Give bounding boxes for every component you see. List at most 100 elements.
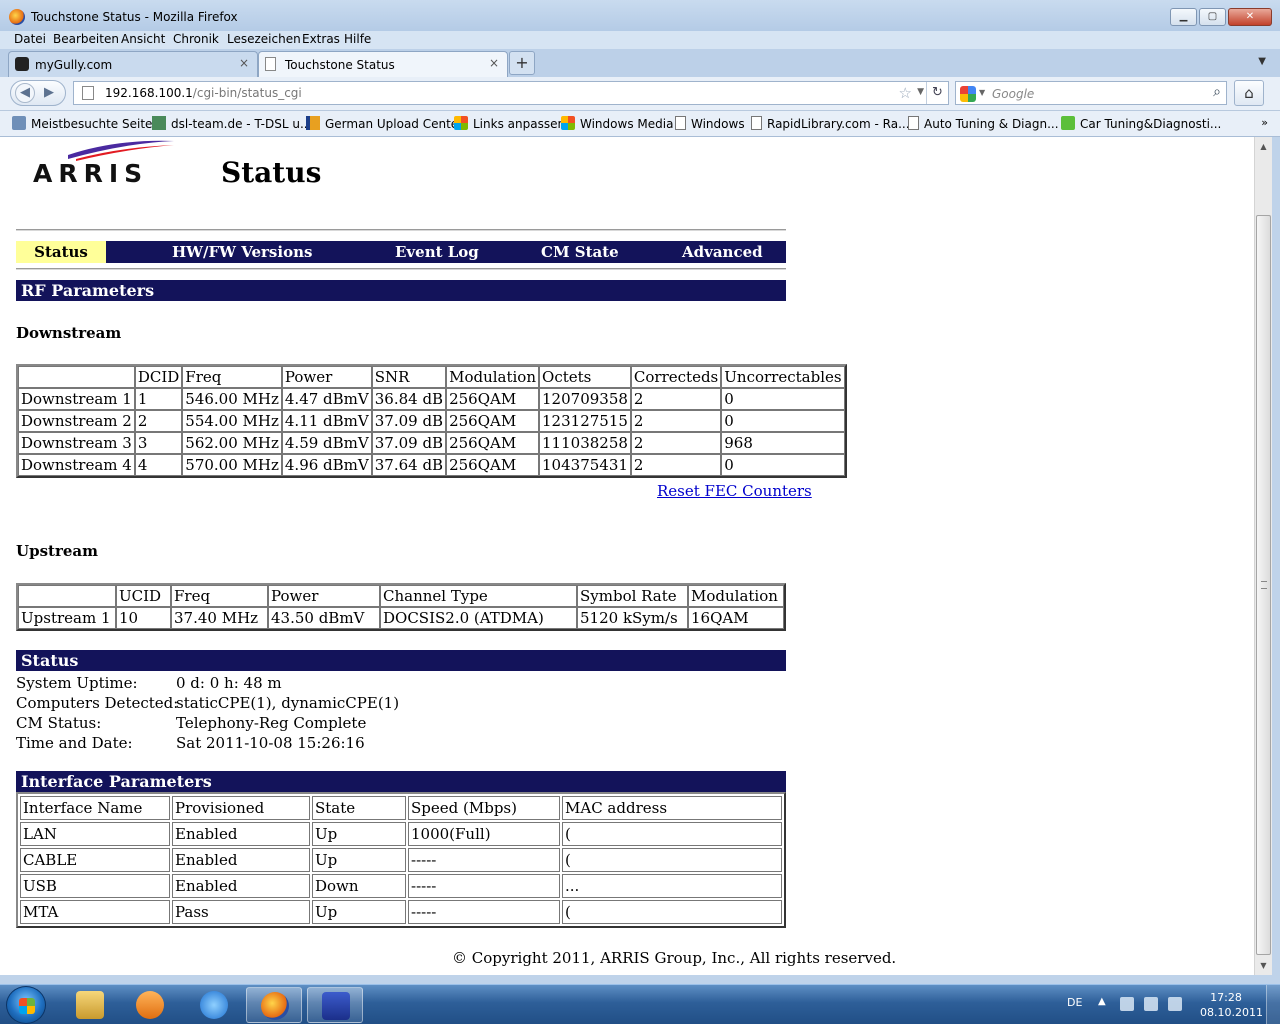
back-arrow-icon[interactable]: ◀ xyxy=(15,83,35,103)
table-cell: Down xyxy=(312,874,406,898)
nav-hw-fw-versions[interactable]: HW/FW Versions xyxy=(172,243,312,261)
table-cell: ( xyxy=(562,900,782,924)
header-cell: Provisioned xyxy=(172,796,310,820)
tab-close-icon[interactable]: × xyxy=(489,56,499,70)
downstream-row: Downstream 3 3 562.00 MHz 4.59 dBmV 37.09 dB… xyxy=(18,432,845,454)
internet-explorer-icon xyxy=(200,991,228,1019)
title-bar: Touchstone Status - Mozilla Firefox ▁ ▢ … xyxy=(0,0,1280,31)
bookmark-car-tuning[interactable]: Car Tuning&Diagnosti... xyxy=(1061,116,1221,131)
scroll-thumb[interactable] xyxy=(1256,215,1271,955)
upstream-heading: Upstream xyxy=(16,542,98,560)
search-engine-dropdown-icon[interactable]: ▼ xyxy=(979,88,985,97)
bookmark-meistbesuchte[interactable]: Meistbesuchte Seiten xyxy=(12,116,160,131)
minimize-button[interactable]: ▁ xyxy=(1170,8,1197,26)
table-cell: 2 xyxy=(134,410,183,432)
scroll-up-arrow-icon[interactable]: ▲ xyxy=(1256,139,1271,154)
table-cell: ... xyxy=(562,874,782,898)
bookmarks-more-chevron-icon[interactable]: » xyxy=(1261,116,1268,129)
tray-expand-icon[interactable]: ▲ xyxy=(1098,996,1106,1007)
bookmark-german-upload[interactable]: German Upload Center xyxy=(306,116,463,131)
nav-cm-state[interactable]: CM State xyxy=(541,243,619,261)
show-desktop-button[interactable] xyxy=(1266,985,1280,1024)
menu-bar: Datei Bearbeiten Ansicht Chronik Lesezei… xyxy=(0,31,1280,49)
reset-fec-counters-link[interactable]: Reset FEC Counters xyxy=(657,482,812,500)
tab-close-icon[interactable]: × xyxy=(239,56,249,70)
tab-mygully[interactable]: myGully.com × xyxy=(8,51,258,77)
header-cell: UCID xyxy=(116,585,171,607)
downstream-table: DCID Freq Power SNR Modulation Octets Co… xyxy=(16,364,847,478)
tab-label: myGully.com xyxy=(35,58,113,72)
menu-ansicht[interactable]: Ansicht xyxy=(121,32,165,46)
taskbar-media-player[interactable] xyxy=(122,987,178,1023)
header-cell: DCID xyxy=(134,366,183,388)
downstream-row: Downstream 1 1 546.00 MHz 4.47 dBmV 36.84 dB… xyxy=(18,388,845,410)
menu-datei[interactable]: Datei xyxy=(14,32,46,46)
grip-icon xyxy=(1261,581,1267,589)
clock[interactable]: 17:28 08.10.2011 xyxy=(1200,990,1263,1020)
close-button[interactable]: ✕ xyxy=(1228,8,1272,26)
taskbar-save-app[interactable] xyxy=(307,987,363,1023)
google-icon[interactable] xyxy=(960,86,976,102)
table-cell: 123127515 xyxy=(539,410,631,432)
header-cell: Power xyxy=(281,366,372,388)
menu-hilfe[interactable]: Hilfe xyxy=(344,32,371,46)
header-cell: Correcteds xyxy=(630,366,722,388)
menu-extras[interactable]: Extras xyxy=(302,32,340,46)
table-cell: ----- xyxy=(408,900,560,924)
url-path: /cgi-bin/status_cgi xyxy=(192,86,302,100)
bookmark-rapidlibrary[interactable]: RapidLibrary.com - Ra... xyxy=(751,116,910,131)
search-icon[interactable]: ⌕ xyxy=(1213,84,1221,100)
scroll-down-arrow-icon[interactable]: ▼ xyxy=(1256,958,1271,973)
menu-lesezeichen[interactable]: Lesezeichen xyxy=(227,32,301,46)
menu-bearbeiten[interactable]: Bearbeiten xyxy=(53,32,119,46)
table-cell: Downstream 2 xyxy=(18,410,135,432)
vertical-scrollbar[interactable]: ▲ ▼ xyxy=(1254,137,1272,975)
bookmark-star-icon[interactable]: ☆ xyxy=(899,84,912,102)
action-center-icon[interactable] xyxy=(1120,997,1134,1011)
new-tab-button[interactable]: + xyxy=(509,51,535,75)
menu-chronik[interactable]: Chronik xyxy=(173,32,219,46)
bookmark-windows[interactable]: Windows xyxy=(675,116,745,131)
volume-icon[interactable] xyxy=(1168,997,1182,1011)
history-dropdown-icon[interactable]: ▼ xyxy=(917,87,924,97)
table-cell: 120709358 xyxy=(539,388,631,410)
header-cell: Power xyxy=(268,585,380,607)
bookmark-windows-media[interactable]: Windows Media xyxy=(561,116,673,131)
upstream-table: UCID Freq Power Channel Type Symbol Rate… xyxy=(16,583,786,631)
taskbar-internet-explorer[interactable] xyxy=(186,987,242,1023)
taskbar-firefox[interactable] xyxy=(246,987,302,1023)
header-cell: SNR xyxy=(371,366,447,388)
header-cell: Modulation xyxy=(446,366,540,388)
maximize-button[interactable]: ▢ xyxy=(1199,8,1226,26)
table-cell: 5120 kSym/s xyxy=(577,607,688,629)
table-cell: 37.64 dB xyxy=(371,454,447,476)
search-box[interactable]: ▼ Google ⌕ xyxy=(955,81,1227,105)
tab-touchstone-status[interactable]: Touchstone Status × xyxy=(258,51,508,77)
page-nav: Status HW/FW Versions Event Log CM State… xyxy=(16,241,786,263)
nav-event-log[interactable]: Event Log xyxy=(395,243,479,261)
start-button[interactable] xyxy=(6,986,46,1024)
address-url[interactable]: 192.168.100.1/cgi-bin/status_cgi xyxy=(105,86,302,100)
home-icon[interactable]: ⌂ xyxy=(1234,80,1264,106)
table-cell: 1000(Full) xyxy=(408,822,560,846)
address-bar[interactable]: 192.168.100.1/cgi-bin/status_cgi ☆ ▼ ↻ xyxy=(73,81,949,105)
taskbar-explorer[interactable] xyxy=(62,987,118,1023)
table-cell: 4.59 dBmV xyxy=(281,432,372,454)
table-cell: Up xyxy=(312,900,406,924)
forward-arrow-icon[interactable]: ▶ xyxy=(44,85,54,100)
bookmark-links-anpassen[interactable]: Links anpassen xyxy=(454,116,565,131)
taskbar: DE ▲ 17:28 08.10.2011 xyxy=(0,984,1280,1024)
reload-icon[interactable]: ↻ xyxy=(926,82,948,104)
network-icon[interactable] xyxy=(1144,997,1158,1011)
folder-icon xyxy=(12,116,26,130)
table-cell: 554.00 MHz xyxy=(182,410,282,432)
bookmark-dsl-team[interactable]: dsl-team.de - T-DSL u... xyxy=(152,116,311,131)
nav-status[interactable]: Status xyxy=(16,241,106,263)
nav-advanced[interactable]: Advanced xyxy=(682,243,763,261)
table-cell: ----- xyxy=(408,874,560,898)
header-cell xyxy=(18,366,135,388)
bookmark-auto-tuning[interactable]: Auto Tuning & Diagn... xyxy=(908,116,1059,131)
language-indicator[interactable]: DE xyxy=(1067,996,1082,1009)
tab-list-chevron-icon[interactable]: ▼ xyxy=(1258,56,1266,67)
table-cell: 37.09 dB xyxy=(371,410,447,432)
